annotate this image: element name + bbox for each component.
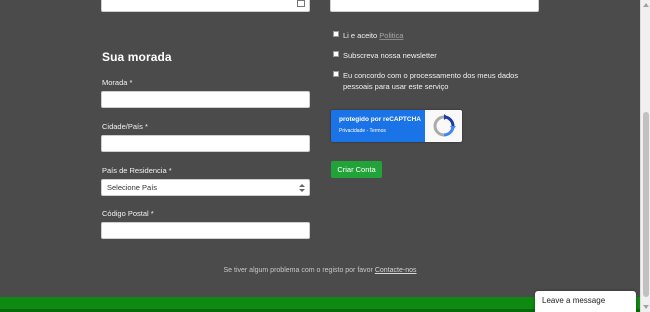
vertical-scrollbar[interactable] <box>640 0 650 312</box>
consent-row: Eu concordo com o processamento dos meus… <box>333 70 528 92</box>
footer-note-text: Se tiver algum problema com o registo po… <box>223 267 373 274</box>
scroll-up-arrow-icon[interactable] <box>641 0 650 10</box>
section-title: Sua morada <box>102 50 172 64</box>
politica-row: Li e aceito Politica <box>333 30 533 41</box>
date-input[interactable] <box>101 0 310 12</box>
newsletter-text: Subscreva nossa newsletter <box>343 51 437 60</box>
top-right-input[interactable] <box>330 0 539 12</box>
newsletter-checkbox[interactable] <box>333 51 339 57</box>
politica-link[interactable]: Politica <box>379 31 403 40</box>
pais-select-value: Selecione País <box>107 183 158 192</box>
codigo-postal-input[interactable] <box>101 222 310 239</box>
cidade-label: Cidade/País * <box>102 122 148 131</box>
leave-message-label: Leave a message <box>542 296 606 305</box>
footer-note: Se tiver algum problema com o registo po… <box>0 267 640 274</box>
recaptcha-badge[interactable]: protegido por reCAPTCHA Privacidade - Te… <box>331 110 462 142</box>
calendar-icon[interactable] <box>297 0 305 7</box>
politica-checkbox[interactable] <box>333 31 339 37</box>
codigo-label: Código Postal * <box>102 209 154 218</box>
scroll-down-arrow-icon[interactable] <box>641 302 650 312</box>
pais-select[interactable]: Selecione País <box>101 179 310 196</box>
page: Sua morada Morada * Cidade/País * País d… <box>0 0 640 312</box>
newsletter-row: Subscreva nossa newsletter <box>333 50 533 61</box>
criar-conta-button[interactable]: Criar Conta <box>331 161 382 178</box>
cidade-input[interactable] <box>101 135 310 152</box>
recaptcha-logo-icon <box>425 110 462 142</box>
politica-text: Li e aceito <box>343 31 378 40</box>
consent-checkbox[interactable] <box>333 71 339 77</box>
contacte-nos-link[interactable]: Contacte-nos <box>375 267 417 274</box>
leave-message-widget[interactable]: Leave a message <box>535 291 636 312</box>
scroll-thumb[interactable] <box>643 112 649 297</box>
recaptcha-links[interactable]: Privacidade - Termos <box>339 128 386 134</box>
morada-input[interactable] <box>101 91 310 108</box>
morada-label: Morada * <box>102 78 133 87</box>
pais-label: País de Residencia * <box>102 166 172 175</box>
select-arrows-icon <box>299 183 305 193</box>
consent-text: Eu concordo com o processamento dos meus… <box>343 71 519 91</box>
recaptcha-title: protegido por reCAPTCHA <box>339 116 421 123</box>
